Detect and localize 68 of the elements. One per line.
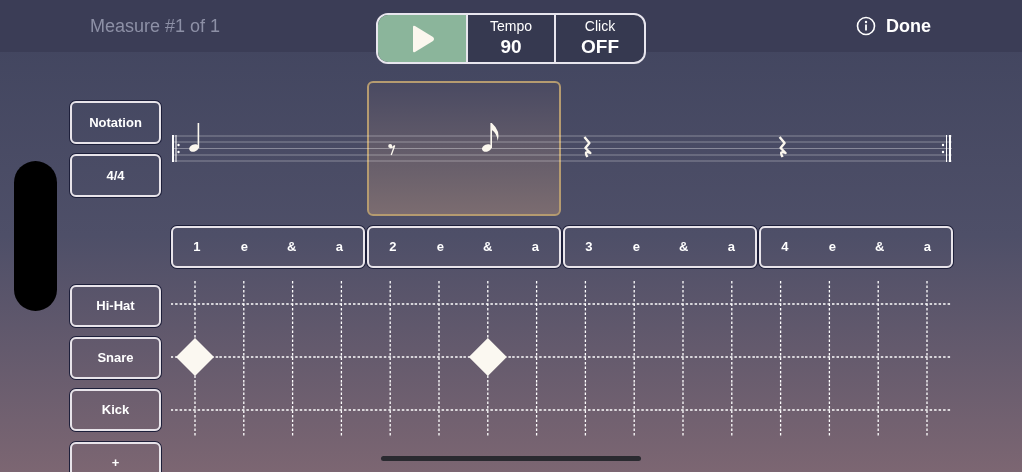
step-cell[interactable]	[804, 382, 855, 437]
step-cell[interactable]	[171, 382, 221, 437]
quarter-rest-icon	[583, 136, 592, 158]
eighth-rest-icon	[388, 144, 396, 156]
step-cell[interactable]	[560, 281, 611, 332]
notation-button[interactable]: Notation	[70, 101, 161, 144]
tempo-button[interactable]: Tempo 90	[468, 15, 556, 62]
step-cell[interactable]	[804, 281, 855, 332]
step-cell[interactable]	[560, 329, 611, 385]
step-cell[interactable]	[413, 281, 465, 332]
step-cell[interactable]	[316, 329, 367, 385]
info-icon[interactable]	[856, 16, 876, 36]
measure-label: Measure #1 of 1	[90, 14, 221, 38]
step-cell[interactable]	[706, 281, 757, 332]
step-marker[interactable]	[171, 329, 221, 385]
step-cell[interactable]	[901, 382, 953, 437]
step-cell[interactable]	[218, 281, 269, 332]
step-cell[interactable]	[560, 382, 611, 437]
step-cell[interactable]	[365, 281, 416, 332]
quarter-rest-icon	[778, 136, 787, 158]
step-cell[interactable]	[267, 329, 318, 385]
beat-button[interactable]: 2 e & a	[367, 226, 561, 268]
step-cell[interactable]	[901, 281, 953, 332]
quarter-note-icon	[189, 123, 200, 152]
step-cell[interactable]	[755, 382, 806, 437]
step-cell[interactable]	[657, 382, 709, 437]
step-cell[interactable]	[511, 329, 562, 385]
step-cell[interactable]	[462, 382, 513, 437]
step-cell[interactable]	[218, 329, 269, 385]
step-cell[interactable]	[706, 329, 757, 385]
step-cell[interactable]	[853, 281, 904, 332]
step-cell[interactable]	[316, 382, 367, 437]
step-cell[interactable]	[218, 382, 269, 437]
step-cell[interactable]	[755, 281, 806, 332]
step-cell[interactable]	[316, 281, 367, 332]
beat-button[interactable]: 1 e & a	[171, 226, 365, 268]
step-cell[interactable]	[609, 382, 660, 437]
add-instrument-button[interactable]: +	[70, 442, 161, 472]
step-cell[interactable]	[804, 329, 855, 385]
step-cell[interactable]	[609, 329, 660, 385]
eighth-note-icon	[481, 123, 499, 152]
step-cell[interactable]	[413, 329, 465, 385]
step-cell[interactable]	[706, 382, 757, 437]
done-button[interactable]: Done	[886, 12, 931, 40]
step-cell[interactable]	[657, 281, 709, 332]
beat-button[interactable]: 3 e & a	[563, 226, 757, 268]
step-cell[interactable]	[609, 281, 660, 332]
beat-button[interactable]: 4 e & a	[759, 226, 953, 268]
step-cell[interactable]	[853, 329, 904, 385]
instrument-button[interactable]: Snare	[70, 337, 161, 379]
step-cell[interactable]	[511, 281, 562, 332]
step-cell[interactable]	[511, 382, 562, 437]
time-signature-button[interactable]: 4/4	[70, 154, 161, 197]
step-cell[interactable]	[462, 281, 513, 332]
step-cell[interactable]	[365, 329, 416, 385]
step-cell[interactable]	[901, 329, 953, 385]
click-button[interactable]: Click OFF	[556, 15, 644, 62]
step-marker[interactable]	[462, 329, 513, 385]
step-cell[interactable]	[853, 382, 904, 437]
step-cell[interactable]	[267, 382, 318, 437]
step-cell[interactable]	[267, 281, 318, 332]
instrument-button[interactable]: Kick	[70, 389, 161, 431]
step-cell[interactable]	[413, 382, 465, 437]
step-cell[interactable]	[755, 329, 806, 385]
instrument-button[interactable]: Hi-Hat	[70, 285, 161, 327]
step-cell[interactable]	[657, 329, 709, 385]
step-cell[interactable]	[365, 382, 416, 437]
step-cell[interactable]	[171, 281, 221, 332]
